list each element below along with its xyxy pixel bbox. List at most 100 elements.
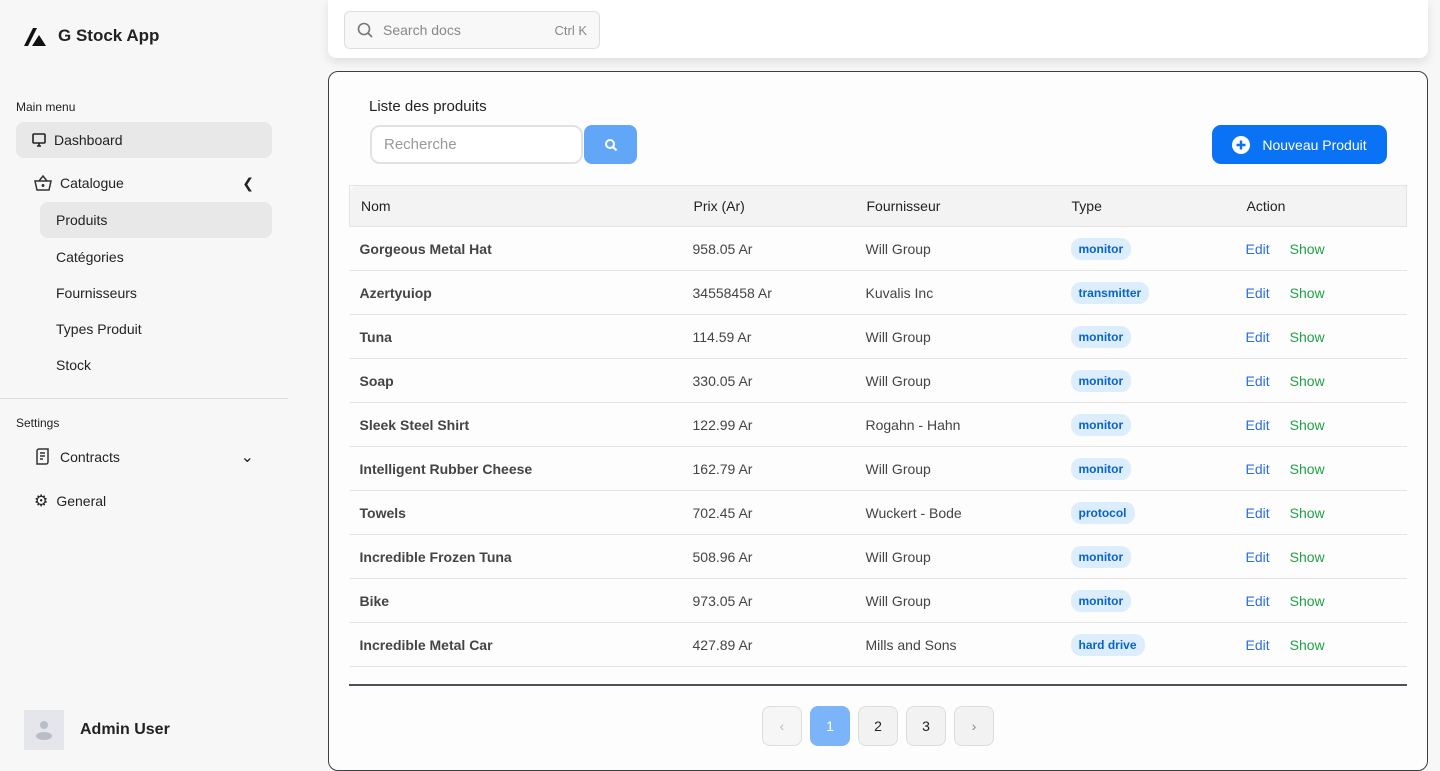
shortcut-hint: Ctrl K	[554, 22, 588, 38]
contract-icon	[36, 448, 49, 465]
table-row: Bike 973.05 Ar Will Group monitor Edit Sh…	[349, 578, 1407, 623]
product-supplier: Will Group	[855, 578, 1061, 623]
dashboard-label: Dashboard	[54, 132, 123, 148]
edit-link[interactable]: Edit	[1246, 241, 1270, 257]
product-type-cell: transmitter	[1060, 270, 1236, 315]
sidebar-item-categories[interactable]: Catégories	[40, 239, 124, 275]
edit-link[interactable]: Edit	[1246, 593, 1270, 609]
table-header: Nom Prix (Ar) Fournisseur Type Action	[349, 185, 1407, 227]
contracts-label: Contracts	[60, 449, 120, 465]
sidebar-item-dashboard[interactable]: Dashboard	[16, 122, 272, 158]
show-link[interactable]: Show	[1290, 549, 1325, 565]
search-docs-input[interactable]: Search docs Ctrl K	[344, 11, 600, 49]
product-price: 34558458 Ar	[682, 270, 856, 315]
show-link[interactable]: Show	[1290, 329, 1325, 345]
type-badge: monitor	[1070, 589, 1132, 612]
product-price: 114.59 Ar	[682, 314, 856, 359]
actions-cell: Edit Show	[1235, 490, 1407, 535]
table-row: Tuna 114.59 Ar Will Group monitor Edit Sh…	[349, 314, 1407, 359]
product-supplier: Will Group	[855, 534, 1061, 579]
sidebar-item-stock[interactable]: Stock	[40, 347, 91, 383]
gear-icon: ⚙	[34, 493, 49, 510]
sidebar-item-types-produit[interactable]: Types Produit	[40, 311, 142, 347]
new-product-label: Nouveau Produit	[1262, 136, 1367, 153]
product-supplier: Will Group	[855, 314, 1061, 359]
type-badge: monitor	[1070, 413, 1132, 436]
sidebar-item-produits[interactable]: Produits	[40, 202, 272, 238]
page-2-button[interactable]: 2	[858, 706, 898, 746]
edit-link[interactable]: Edit	[1246, 329, 1270, 345]
prev-page-button[interactable]: ‹	[762, 706, 802, 746]
edit-link[interactable]: Edit	[1246, 549, 1270, 565]
col-fournisseur: Fournisseur	[855, 185, 1061, 227]
actions-cell: Edit Show	[1235, 314, 1407, 359]
product-price: 427.89 Ar	[682, 622, 856, 667]
show-link[interactable]: Show	[1290, 637, 1325, 653]
table-row: Intelligent Rubber Cheese 162.79 Ar Will…	[349, 446, 1407, 491]
show-link[interactable]: Show	[1290, 505, 1325, 521]
product-name: Incredible Frozen Tuna	[349, 534, 683, 579]
product-type-cell: protocol	[1060, 490, 1236, 535]
product-price: 973.05 Ar	[682, 578, 856, 623]
sidebar-item-catalogue[interactable]: Catalogue ❮	[16, 165, 272, 201]
edit-link[interactable]: Edit	[1246, 637, 1270, 653]
new-product-button[interactable]: Nouveau Produit	[1212, 125, 1387, 164]
table-row: Soap 330.05 Ar Will Group monitor Edit Sh…	[349, 358, 1407, 403]
product-type-cell: monitor	[1060, 534, 1236, 579]
show-link[interactable]: Show	[1290, 241, 1325, 257]
show-link[interactable]: Show	[1290, 373, 1325, 389]
show-link[interactable]: Show	[1290, 285, 1325, 301]
logo-icon	[24, 28, 46, 46]
show-link[interactable]: Show	[1290, 593, 1325, 609]
types-produit-label: Types Produit	[56, 321, 142, 337]
type-badge: monitor	[1070, 457, 1132, 480]
user-icon	[36, 721, 52, 740]
product-supplier: Kuvalis Inc	[855, 270, 1061, 315]
app-logo[interactable]: G Stock App	[24, 26, 159, 46]
product-name: Soap	[349, 358, 683, 403]
product-name: Bike	[349, 578, 683, 623]
edit-link[interactable]: Edit	[1246, 285, 1270, 301]
topbar: Search docs Ctrl K	[328, 0, 1428, 58]
product-type-cell: monitor	[1060, 226, 1236, 271]
page-1-button[interactable]: 1	[810, 706, 850, 746]
main-menu-label: Main menu	[16, 100, 76, 114]
product-type-cell: monitor	[1060, 314, 1236, 359]
edit-link[interactable]: Edit	[1246, 373, 1270, 389]
type-badge: monitor	[1070, 325, 1132, 348]
edit-link[interactable]: Edit	[1246, 461, 1270, 477]
search-button[interactable]	[584, 125, 637, 164]
actions-cell: Edit Show	[1235, 446, 1407, 491]
app-title: G Stock App	[58, 26, 160, 45]
type-badge: monitor	[1070, 369, 1132, 392]
product-name: Incredible Metal Car	[349, 622, 683, 667]
sidebar-item-fournisseurs[interactable]: Fournisseurs	[40, 275, 137, 311]
product-name: Gorgeous Metal Hat	[349, 226, 683, 271]
product-price: 122.99 Ar	[682, 402, 856, 447]
col-action: Action	[1235, 185, 1407, 227]
product-price: 508.96 Ar	[682, 534, 856, 579]
next-page-button[interactable]: ›	[954, 706, 994, 746]
avatar	[24, 710, 64, 750]
pagination: ‹ 1 2 3 ›	[762, 706, 994, 746]
product-supplier: Rogahn - Hahn	[855, 402, 1061, 447]
sidebar-item-contracts[interactable]: Contracts ⌄	[16, 439, 272, 475]
user-profile[interactable]: Admin User	[24, 710, 170, 750]
page-3-button[interactable]: 3	[906, 706, 946, 746]
show-link[interactable]: Show	[1290, 417, 1325, 433]
type-badge: hard drive	[1070, 633, 1145, 656]
sidebar: G Stock App Main menu Dashboard Catalogu…	[0, 0, 288, 767]
edit-link[interactable]: Edit	[1246, 417, 1270, 433]
show-link[interactable]: Show	[1290, 461, 1325, 477]
type-badge: monitor	[1070, 237, 1132, 260]
product-supplier: Will Group	[855, 446, 1061, 491]
sidebar-item-general[interactable]: ⚙ General	[16, 483, 272, 519]
product-supplier: Will Group	[855, 358, 1061, 403]
table-row: Azertyuiop 34558458 Ar Kuvalis Inc trans…	[349, 270, 1407, 315]
product-search-input[interactable]: Recherche	[370, 125, 583, 164]
product-price: 958.05 Ar	[682, 226, 856, 271]
product-price: 702.45 Ar	[682, 490, 856, 535]
product-name: Towels	[349, 490, 683, 535]
product-supplier: Wuckert - Bode	[855, 490, 1061, 535]
edit-link[interactable]: Edit	[1246, 505, 1270, 521]
